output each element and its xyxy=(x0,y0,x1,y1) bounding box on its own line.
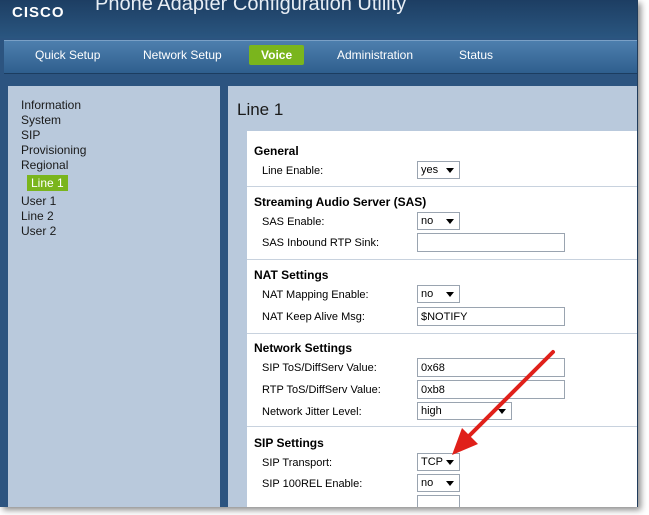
section-sip-title: SIP Settings xyxy=(254,436,324,450)
sas-enable-value: no xyxy=(421,215,434,227)
page-title: Line 1 xyxy=(237,100,284,119)
sip-transport-select[interactable]: TCP xyxy=(417,453,460,471)
sas-inbound-label: SAS Inbound RTP Sink: xyxy=(262,237,379,249)
sidebar-item-sip[interactable]: SIP xyxy=(21,128,40,142)
sip-tos-input[interactable]: 0x68 xyxy=(417,358,565,377)
tab-administration[interactable]: Administration xyxy=(337,48,413,62)
settings-form: General Line Enable: yes Streaming Audio… xyxy=(247,131,637,507)
chevron-down-icon xyxy=(446,481,454,486)
sas-enable-select[interactable]: no xyxy=(417,212,460,230)
main-nav: Quick Setup Network Setup Voice Administ… xyxy=(4,40,637,74)
sidebar-item-information[interactable]: Information xyxy=(21,98,81,112)
cisco-logo: CISCO xyxy=(12,4,65,21)
rtp-tos-input[interactable]: 0xb8 xyxy=(417,380,565,399)
rtp-tos-label: RTP ToS/DiffServ Value: xyxy=(262,384,381,396)
divider xyxy=(247,333,637,334)
chevron-down-icon xyxy=(446,219,454,224)
line-enable-label: Line Enable: xyxy=(262,165,324,177)
sidebar-item-user-2[interactable]: User 2 xyxy=(21,224,56,238)
line-enable-select[interactable]: yes xyxy=(417,161,460,179)
sidebar-item-line-1[interactable]: Line 1 xyxy=(27,175,68,191)
jitter-select[interactable]: high xyxy=(417,402,512,420)
app-window: CISCO Phone Adapter Configuration Utilit… xyxy=(0,0,638,507)
sip-transport-value: TCP xyxy=(421,456,443,468)
nat-keepalive-label: NAT Keep Alive Msg: xyxy=(262,311,365,323)
next-field-select[interactable] xyxy=(417,495,460,507)
chevron-down-icon xyxy=(446,292,454,297)
section-network-title: Network Settings xyxy=(254,341,353,355)
sidebar-item-line-2[interactable]: Line 2 xyxy=(21,209,54,223)
sip-100rel-value: no xyxy=(421,477,434,489)
sip-100rel-select[interactable]: no xyxy=(417,474,460,492)
app-title: Phone Adapter Configuration Utility xyxy=(95,0,407,15)
main-panel: Line 1 General Line Enable: yes Streamin… xyxy=(228,86,637,507)
line-enable-value: yes xyxy=(421,164,439,176)
divider xyxy=(247,186,637,187)
tab-voice[interactable]: Voice xyxy=(249,45,305,65)
sidebar-item-system[interactable]: System xyxy=(21,113,61,127)
sas-inbound-input[interactable] xyxy=(417,233,565,252)
sidebar: Information System SIP Provisioning Regi… xyxy=(8,86,220,507)
sas-enable-label: SAS Enable: xyxy=(262,216,325,228)
nat-mapping-label: NAT Mapping Enable: xyxy=(262,289,369,301)
jitter-value: high xyxy=(421,405,442,417)
jitter-label: Network Jitter Level: xyxy=(262,406,362,418)
sip-100rel-label: SIP 100REL Enable: xyxy=(262,478,363,490)
nat-mapping-select[interactable]: no xyxy=(417,285,460,303)
sidebar-item-regional[interactable]: Regional xyxy=(21,158,68,172)
section-general-title: General xyxy=(254,144,299,158)
divider xyxy=(247,259,637,260)
nat-mapping-value: no xyxy=(421,288,434,300)
nat-keepalive-input[interactable]: $NOTIFY xyxy=(417,307,565,326)
sidebar-item-user-1[interactable]: User 1 xyxy=(21,194,56,208)
divider xyxy=(247,426,637,427)
title-bar: CISCO Phone Adapter Configuration Utilit… xyxy=(0,0,637,38)
tab-quick-setup[interactable]: Quick Setup xyxy=(35,48,100,62)
sip-tos-label: SIP ToS/DiffServ Value: xyxy=(262,362,377,374)
chevron-down-icon xyxy=(498,409,506,414)
sip-transport-label: SIP Transport: xyxy=(262,457,333,469)
tab-status[interactable]: Status xyxy=(459,48,493,62)
chevron-down-icon xyxy=(446,460,454,465)
sidebar-item-provisioning[interactable]: Provisioning xyxy=(21,143,86,157)
tab-network-setup[interactable]: Network Setup xyxy=(143,48,222,62)
section-sas-title: Streaming Audio Server (SAS) xyxy=(254,195,427,209)
chevron-down-icon xyxy=(446,168,454,173)
section-nat-title: NAT Settings xyxy=(254,268,329,282)
